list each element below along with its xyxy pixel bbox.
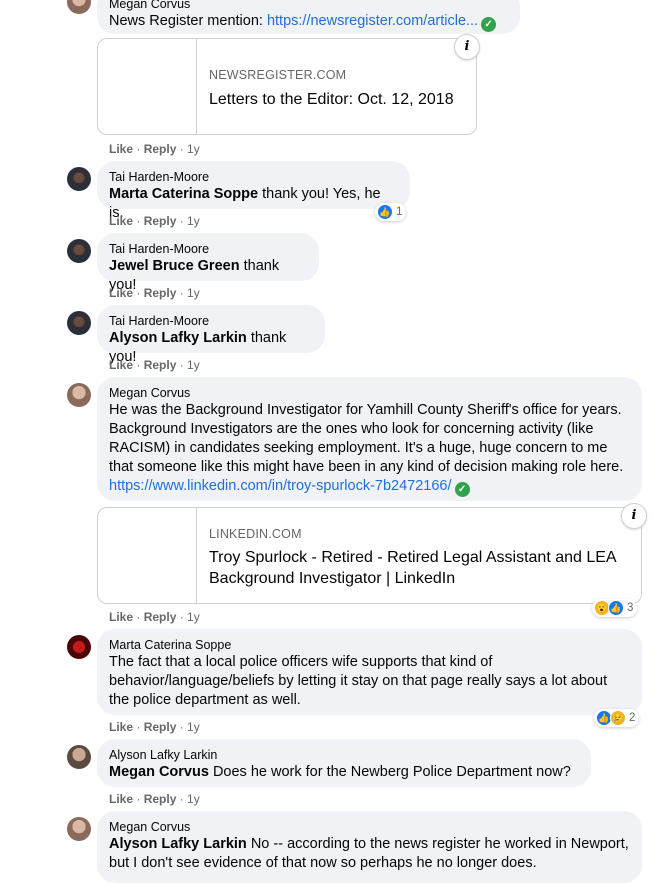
reaction-count: 3 — [627, 602, 634, 614]
comment-actions: Like · Reply · 1y — [109, 286, 200, 300]
reaction-summary[interactable]: 👍 😢 2 — [594, 709, 640, 727]
comment-author[interactable]: Megan Corvus — [109, 819, 630, 835]
link-title: Troy Spurlock - Retired - Retired Legal … — [209, 549, 616, 587]
avatar[interactable] — [67, 167, 91, 191]
check-icon: ✓ — [454, 482, 470, 497]
comment-actions: Like · Reply · 1y — [109, 358, 200, 372]
comment-bubble: Megan Corvus Alyson Lafky Larkin No -- a… — [97, 811, 642, 883]
comment-text: He was the Background Investigator for Y… — [109, 401, 630, 497]
like-reaction-icon: 👍 — [377, 204, 393, 220]
comment-actions: Like · Reply · 1y — [109, 214, 200, 228]
comment-body: News Register mention: — [109, 13, 267, 29]
timestamp[interactable]: 1y — [187, 142, 200, 156]
mention[interactable]: Alyson Lafky Larkin — [109, 836, 247, 852]
avatar[interactable] — [67, 239, 91, 263]
timestamp[interactable]: 1y — [187, 214, 200, 228]
info-icon[interactable]: i — [454, 34, 480, 60]
comment-bubble: Tai Harden-Moore Marta Caterina Soppe th… — [97, 161, 410, 221]
reply-button[interactable]: Reply — [144, 610, 177, 624]
like-button[interactable]: Like — [109, 358, 133, 372]
mention[interactable]: Jewel Bruce Green — [109, 258, 240, 274]
comment-link[interactable]: https://newsregister.com/article... — [267, 13, 478, 29]
comment-bubble: Marta Caterina Soppe The fact that a loc… — [97, 629, 642, 715]
like-button[interactable]: Like — [109, 142, 133, 156]
comment-bubble: Megan Corvus News Register mention: http… — [97, 0, 520, 34]
comment-author[interactable]: Alyson Lafky Larkin — [109, 747, 579, 763]
mention[interactable]: Alyson Lafky Larkin — [109, 330, 247, 346]
comment-text: News Register mention: https://newsregis… — [109, 12, 508, 32]
info-icon[interactable]: i — [621, 503, 647, 529]
timestamp[interactable]: 1y — [187, 358, 200, 372]
comment-bubble: Megan Corvus He was the Background Inves… — [97, 377, 642, 501]
avatar[interactable] — [67, 383, 91, 407]
link-thumbnail — [98, 39, 197, 134]
comment-text: The fact that a local police officers wi… — [109, 654, 608, 708]
timestamp[interactable]: 1y — [187, 610, 200, 624]
comment-author[interactable]: Megan Corvus — [109, 0, 508, 12]
link-domain: LINKEDIN.COM — [209, 527, 302, 541]
like-button[interactable]: Like — [109, 720, 133, 734]
like-button[interactable]: Like — [109, 610, 133, 624]
comment-body: He was the Background Investigator for Y… — [109, 402, 624, 475]
reply-button[interactable]: Reply — [144, 214, 177, 228]
mention[interactable]: Marta Caterina Soppe — [109, 186, 258, 202]
comment-link[interactable]: https://www.linkedin.com/in/troy-spurloc… — [109, 478, 452, 494]
reply-button[interactable]: Reply — [144, 358, 177, 372]
link-preview-card[interactable]: LINKEDIN.COM Troy Spurlock - Retired - R… — [97, 507, 642, 604]
comment-author[interactable]: Tai Harden-Moore — [109, 169, 398, 185]
timestamp[interactable]: 1y — [187, 286, 200, 300]
reaction-count: 2 — [629, 712, 636, 724]
check-icon: ✓ — [481, 17, 497, 32]
comment-bubble: Alyson Lafky Larkin Megan Corvus Does he… — [97, 739, 591, 787]
comment-author[interactable]: Marta Caterina Soppe — [109, 637, 630, 653]
comment-bubble: Tai Harden-Moore Jewel Bruce Green thank… — [97, 233, 319, 293]
mention[interactable]: Megan Corvus — [109, 764, 209, 780]
reaction-summary[interactable]: 👍 1 — [375, 203, 407, 221]
avatar[interactable] — [67, 0, 91, 14]
comment-author[interactable]: Tai Harden-Moore — [109, 241, 307, 257]
avatar[interactable] — [67, 635, 91, 659]
link-title: Letters to the Editor: Oct. 12, 2018 — [209, 91, 454, 108]
sad-reaction-icon: 😢 — [610, 710, 626, 726]
comment-author[interactable]: Megan Corvus — [109, 385, 630, 401]
avatar[interactable] — [67, 745, 91, 769]
comment-text: Megan Corvus Does he work for the Newber… — [109, 763, 579, 782]
timestamp[interactable]: 1y — [187, 720, 200, 734]
comment-bubble: Tai Harden-Moore Alyson Lafky Larkin tha… — [97, 305, 325, 365]
reaction-summary[interactable]: 😮 👍 3 — [592, 599, 638, 617]
comment-text: Alyson Lafky Larkin No -- according to t… — [109, 835, 630, 873]
reply-button[interactable]: Reply — [144, 792, 177, 806]
link-thumbnail — [98, 508, 197, 603]
avatar[interactable] — [67, 817, 91, 841]
reply-button[interactable]: Reply — [144, 286, 177, 300]
comment-author[interactable]: Tai Harden-Moore — [109, 313, 313, 329]
reply-button[interactable]: Reply — [144, 720, 177, 734]
comment-actions: Like · Reply · 1y — [109, 792, 200, 806]
comment-actions: Like · Reply · 1y — [109, 610, 200, 624]
comment-actions: Like · Reply · 1y — [109, 142, 200, 156]
reply-button[interactable]: Reply — [144, 142, 177, 156]
link-domain: NEWSREGISTER.COM — [209, 68, 347, 82]
like-button[interactable]: Like — [109, 214, 133, 228]
timestamp[interactable]: 1y — [187, 792, 200, 806]
avatar[interactable] — [67, 311, 91, 335]
comment-actions: Like · Reply · 1y — [109, 720, 200, 734]
like-button[interactable]: Like — [109, 792, 133, 806]
link-preview-card[interactable]: NEWSREGISTER.COM Letters to the Editor: … — [97, 38, 477, 135]
like-reaction-icon: 👍 — [608, 600, 624, 616]
reaction-count: 1 — [396, 206, 403, 218]
like-button[interactable]: Like — [109, 286, 133, 300]
comment-body: Does he work for the Newberg Police Depa… — [208, 764, 571, 780]
